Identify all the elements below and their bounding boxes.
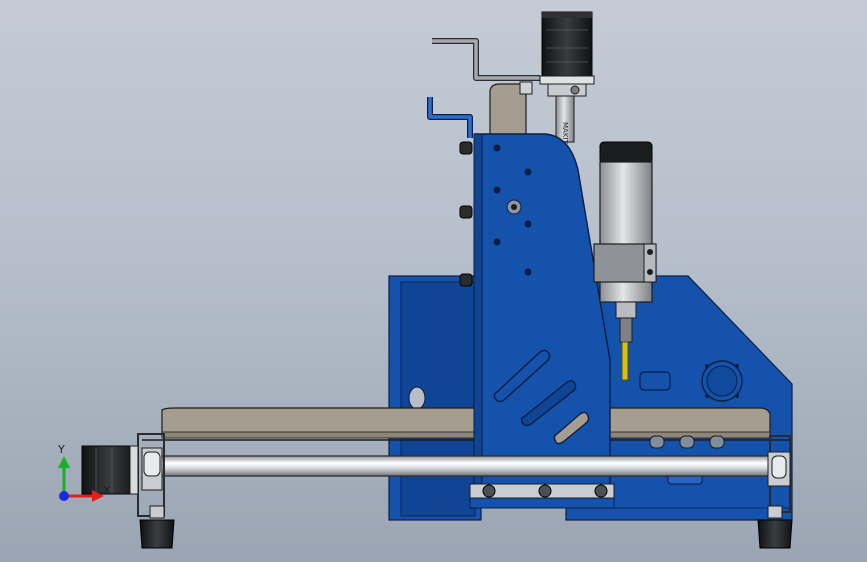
triad-x-label: X [103, 484, 111, 497]
z-axis-back-plate[interactable] [489, 81, 533, 137]
cad-viewport[interactable]: MAKITA Y X [0, 0, 867, 562]
z-axis-stepper-motor[interactable] [539, 11, 595, 97]
leveling-foot-left[interactable] [139, 505, 175, 549]
linear-rail[interactable] [149, 455, 791, 477]
gantry-bearing-blocks[interactable] [469, 483, 615, 509]
back-side-plate[interactable] [388, 275, 482, 521]
z-carriage[interactable] [459, 133, 611, 487]
triad-y-label: Y [57, 443, 65, 456]
left-end-frame[interactable] [137, 433, 165, 517]
cnc-router-model[interactable]: MAKITA Y X [0, 0, 867, 562]
